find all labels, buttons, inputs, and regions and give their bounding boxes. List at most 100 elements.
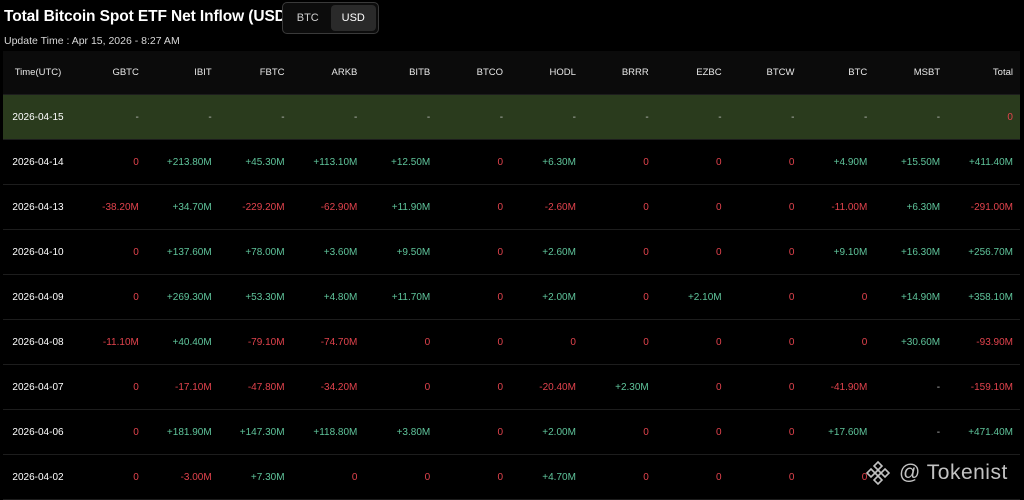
flow-cell: 0: [133, 471, 139, 483]
flow-cell: +78.00M: [245, 246, 285, 258]
row-date: 2026-04-09: [12, 291, 64, 303]
flow-cell: 0: [861, 471, 868, 483]
row-date: 2026-04-02: [12, 471, 64, 483]
flow-cell: -93.90M: [976, 336, 1013, 348]
flow-cell: +45.30M: [245, 156, 285, 168]
flow-cell: 0: [861, 291, 868, 303]
flow-cell: 0: [643, 336, 649, 348]
flow-cell: 0: [788, 336, 795, 348]
flow-cell: 0: [497, 426, 504, 438]
row-date: 2026-04-08: [12, 336, 64, 348]
flow-cell: 0: [133, 381, 139, 393]
column-header-gbtc: GBTC: [112, 67, 139, 78]
toggle-btc-button[interactable]: BTC: [285, 5, 331, 31]
flow-cell: 0: [643, 201, 649, 213]
flow-cell: +4.80M: [323, 291, 358, 303]
table-row: 2026-04-07 0 -17.10M -47.80M -34.20M 0 0 -20.40…: [3, 365, 1020, 410]
flow-cell: +2.10M: [687, 291, 722, 303]
flow-cell: 0: [716, 156, 722, 168]
flow-cell: 0: [716, 201, 722, 213]
flow-cell: -11.00M: [831, 201, 868, 213]
row-date: 2026-04-07: [12, 381, 64, 393]
flow-cell: +6.30M: [542, 156, 576, 168]
table-row: 2026-04-08 -11.10M +40.40M -79.10M -74.70M 0 0…: [3, 320, 1020, 365]
table-row: 2026-04-09 0 +269.30M +53.30M +4.80M +11.70M 0…: [3, 275, 1020, 320]
column-header-bitb: BITB: [409, 67, 431, 78]
flow-cell: +9.10M: [833, 246, 868, 258]
row-date: 2026-04-06: [12, 426, 64, 438]
column-header-arkb: ARKB: [331, 67, 358, 78]
flow-cell: 0: [861, 336, 868, 348]
flow-cell: +411.40M: [968, 156, 1013, 168]
flow-cell: +11.70M: [391, 291, 431, 303]
flow-cell: -: [936, 426, 941, 438]
flow-cell: +3.60M: [323, 246, 358, 258]
flow-cell: 0: [788, 471, 795, 483]
flow-cell: 0: [643, 246, 649, 258]
table-row: 2026-04-14 0 +213.80M +45.30M +113.10M +12.50…: [3, 140, 1020, 185]
flow-cell: +40.40M: [172, 336, 212, 348]
page-title: Total Bitcoin Spot ETF Net Inflow (USD): [4, 8, 291, 25]
table-row: 2026-04-15 - - - - - - - - - - - - 0: [3, 95, 1020, 140]
column-header-brrr: BRRR: [621, 67, 649, 78]
flow-cell: +137.60M: [166, 246, 212, 258]
table-row: 2026-04-10 0 +137.60M +78.00M +3.60M +9.50M 0 +…: [3, 230, 1020, 275]
flow-cell: +3.80M: [396, 426, 431, 438]
flow-cell: +17.60M: [828, 426, 868, 438]
flow-cell: +269.30M: [166, 291, 212, 303]
flow-cell: 0: [716, 471, 722, 483]
flow-cell: -3.00M: [180, 471, 212, 483]
flow-cell: -38.20M: [102, 201, 139, 213]
flow-cell: -: [863, 111, 868, 123]
flow-cell: +358.10M: [968, 291, 1013, 303]
flow-cell: -41.90M: [830, 381, 868, 393]
flow-cell: 0: [716, 381, 722, 393]
flow-cell: -: [572, 111, 576, 123]
flow-cell: -: [499, 111, 504, 123]
flow-cell: +53.30M: [245, 291, 285, 303]
flow-cell: 0: [716, 336, 722, 348]
flow-cell: -: [135, 111, 139, 123]
flow-cell: -: [936, 381, 941, 393]
flow-cell: -: [936, 111, 941, 123]
flow-cell: 0: [788, 381, 795, 393]
flow-cell: -74.70M: [320, 336, 358, 348]
column-header-total: Total: [992, 67, 1013, 78]
flow-cell: 0: [643, 156, 649, 168]
flow-cell: +2.60M: [542, 246, 576, 258]
flow-cell: -17.10M: [175, 381, 212, 393]
column-header-msbt: MSBT: [913, 67, 941, 78]
flow-cell: +471.40M: [968, 426, 1013, 438]
flow-cell: 0: [788, 426, 795, 438]
flow-cell: -20.40M: [539, 381, 576, 393]
row-date: 2026-04-10: [12, 246, 64, 258]
flow-cell: +4.70M: [542, 471, 576, 483]
flow-cell: 0: [497, 201, 504, 213]
currency-toggle[interactable]: BTC USD: [282, 2, 379, 34]
flow-cell: 0: [643, 426, 649, 438]
row-date: 2026-04-13: [12, 201, 64, 213]
flow-cell: +2.30M: [615, 381, 649, 393]
flow-cell: 0: [133, 246, 139, 258]
flow-cell: 0: [497, 471, 504, 483]
flow-cell: +16.30M: [900, 246, 941, 258]
flow-cell: 0: [497, 246, 504, 258]
flow-cell: +30.60M: [900, 336, 941, 348]
flow-cell: 0: [788, 201, 795, 213]
column-header-btcw: BTCW: [766, 67, 795, 78]
update-time: Update Time : Apr 15, 2026 - 8:27 AM: [4, 35, 180, 47]
flow-cell: 0: [133, 426, 139, 438]
toggle-usd-button[interactable]: USD: [330, 5, 376, 31]
flow-cell: -: [354, 111, 358, 123]
flow-cell: 0: [570, 336, 576, 348]
watermark-text: @ Tokenist: [899, 461, 1008, 484]
flow-cell: 0: [133, 156, 139, 168]
flow-cell: +6.30M: [906, 201, 941, 213]
flow-cell: 0: [788, 156, 795, 168]
flow-cell: +34.70M: [172, 201, 212, 213]
flow-cell: -79.10M: [247, 336, 285, 348]
column-header-time: Time(UTC): [14, 67, 62, 78]
column-header-fbtc: FBTC: [259, 67, 285, 78]
flow-cell: 0: [497, 156, 504, 168]
column-header-ezbc: EZBC: [696, 67, 722, 78]
